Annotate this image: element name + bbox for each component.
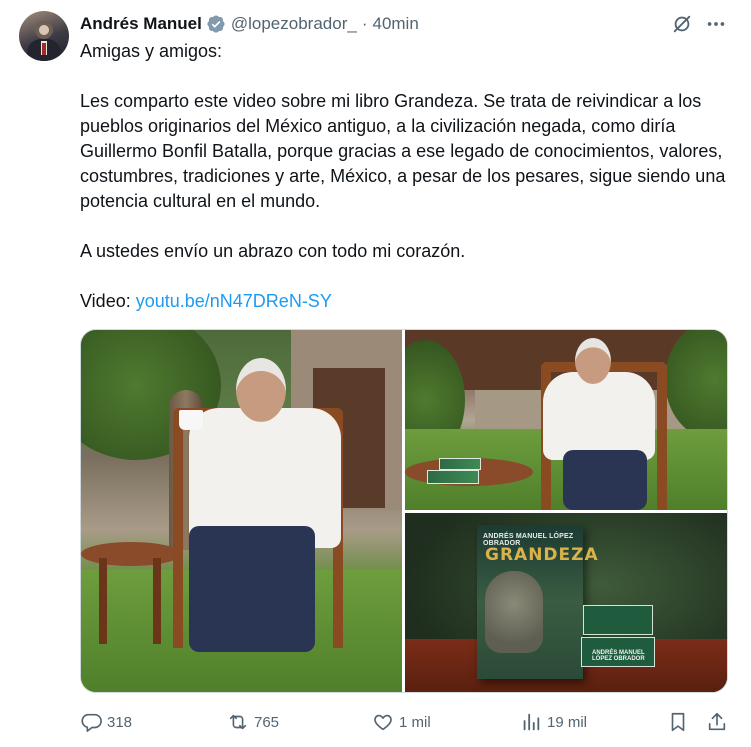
photo-man-with-cup[interactable] — [81, 330, 402, 692]
book-title-text: GRANDEZA — [485, 545, 599, 565]
author-name[interactable]: Andrés Manuel — [80, 14, 202, 34]
reply-count: 318 — [107, 713, 133, 731]
avatar[interactable] — [19, 11, 69, 61]
author-handle[interactable]: @lopezobrador_ — [231, 14, 357, 34]
repost-icon — [229, 714, 247, 730]
book-cover: ANDRÉS MANUEL LÓPEZ OBRADOR GRANDEZA — [477, 525, 598, 679]
share-button[interactable] — [706, 708, 728, 736]
timestamp[interactable]: 40min — [372, 14, 418, 34]
photo-man-seated-garden[interactable] — [405, 330, 727, 510]
views-count: 19 mil — [547, 713, 588, 731]
views-chart-icon — [523, 713, 540, 731]
more-options-icon[interactable] — [704, 12, 728, 36]
like-count: 1 mil — [399, 713, 431, 731]
reply-icon — [81, 713, 102, 732]
book-spine-text: ANDRÉS MANUEL LÓPEZ OBRADOR — [592, 650, 645, 662]
video-label: Video: — [80, 291, 136, 311]
separator-dot: · — [361, 14, 368, 33]
paragraph-1: Les comparto este video sobre mi libro G… — [80, 91, 726, 211]
repost-button[interactable]: 765 — [227, 708, 279, 736]
action-bar: 318 765 1 mil 19 mil — [80, 708, 740, 736]
greeting-line: Amigas y amigos: — [80, 41, 223, 61]
verified-badge-icon — [206, 14, 226, 34]
video-link[interactable]: youtu.be/nN47DReN-SY — [136, 291, 332, 311]
share-icon — [708, 712, 726, 731]
paragraph-2: A ustedes envío un abrazo con todo mi co… — [80, 241, 466, 261]
photo-book-grandeza[interactable]: ANDRÉS MANUEL LÓPEZ OBRADOR GRANDEZA AND… — [405, 513, 727, 692]
media-grid: ANDRÉS MANUEL LÓPEZ OBRADOR GRANDEZA AND… — [80, 329, 728, 693]
bookmark-button[interactable] — [667, 708, 689, 736]
bookmark-icon — [671, 712, 685, 732]
like-button[interactable]: 1 mil — [372, 708, 431, 736]
reply-button[interactable]: 318 — [80, 708, 132, 736]
views-button[interactable]: 19 mil — [520, 708, 587, 736]
grok-icon[interactable] — [670, 12, 694, 36]
tweet-text: Amigas y amigos: Les comparto este video… — [80, 39, 740, 314]
tweet: Andrés Manuel @lopezobrador_ · 40min Ami… — [0, 0, 751, 747]
tweet-header: Andrés Manuel @lopezobrador_ · 40min — [80, 12, 419, 36]
heart-icon — [374, 714, 392, 731]
repost-count: 765 — [254, 713, 280, 731]
